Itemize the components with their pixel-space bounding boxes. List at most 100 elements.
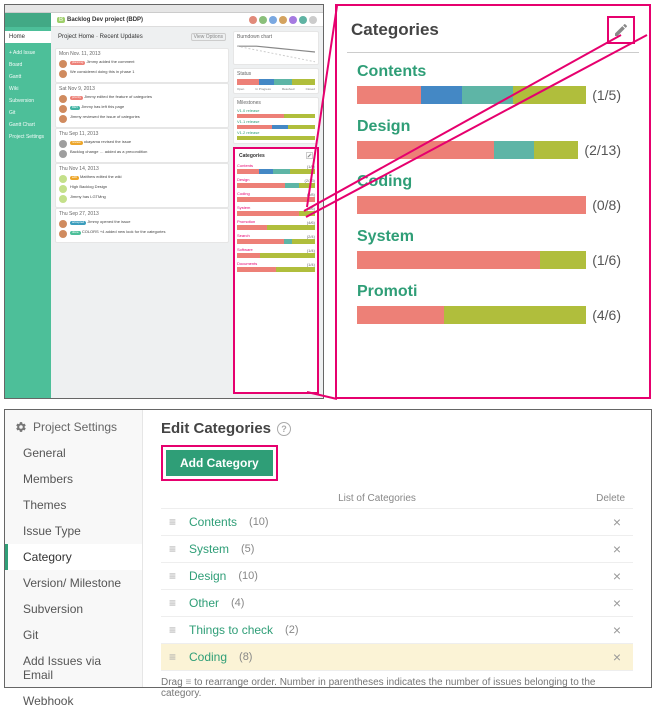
delete-category-button[interactable]: ×: [609, 541, 625, 557]
help-icon[interactable]: ?: [277, 422, 291, 436]
update-item[interactable]: Jimmy has LGTMng: [59, 194, 225, 204]
delete-category-button[interactable]: ×: [609, 649, 625, 665]
settings-nav-item[interactable]: Themes: [5, 492, 142, 518]
sidebar-nav-item[interactable]: Gantt Chart: [5, 119, 51, 131]
delete-category-button[interactable]: ×: [609, 622, 625, 638]
sidebar-home[interactable]: Home: [5, 31, 51, 43]
settings-nav-item[interactable]: Version/ Milestone: [5, 570, 142, 596]
mini-category-row[interactable]: Promotion(4/6): [237, 219, 315, 230]
update-item[interactable]: edit Matthew edited the wiki: [59, 174, 225, 184]
drag-handle[interactable]: ≡: [169, 623, 179, 637]
sidebar-nav-item[interactable]: Wiki: [5, 83, 51, 95]
category-count: (1/5): [592, 87, 621, 103]
view-options-button[interactable]: View Options: [191, 33, 226, 41]
avatar: [59, 105, 67, 113]
avatar[interactable]: [249, 16, 257, 24]
mini-category-row[interactable]: System(1/6): [237, 205, 315, 216]
drag-handle[interactable]: ≡: [169, 569, 179, 583]
mini-category-row[interactable]: Contents(1/5): [237, 163, 315, 174]
avatar[interactable]: [269, 16, 277, 24]
category-list-row: ≡Design (10)×: [161, 563, 633, 590]
settings-nav-item[interactable]: General: [5, 440, 142, 466]
update-item[interactable]: accepted Jimmy opened the issue: [59, 219, 225, 229]
avatar: [59, 185, 67, 193]
project-badge: B: [57, 17, 65, 23]
category-name: Contents: [357, 63, 621, 81]
avatar: [59, 95, 67, 103]
dashboard-screenshot: Home + Add IssueBoardGanttWikiSubversion…: [4, 4, 324, 399]
update-item[interactable]: We considered doing this in phase 1: [59, 69, 225, 79]
edit-categories-icon[interactable]: [306, 152, 313, 159]
drag-handle[interactable]: ≡: [169, 596, 179, 610]
category-count: (0/8): [592, 197, 621, 213]
mini-category-row[interactable]: Design(2/13): [237, 177, 315, 188]
avatar[interactable]: [289, 16, 297, 24]
categories-panel-title: Categories: [351, 20, 439, 40]
category-link[interactable]: Contents: [189, 515, 237, 529]
category-row[interactable]: Coding(0/8): [347, 173, 639, 214]
avatar[interactable]: [309, 16, 317, 24]
update-item[interactable]: Jimmy reviewed the issue of categories: [59, 114, 225, 124]
update-item[interactable]: review okayama revised the issue: [59, 139, 225, 149]
avatar[interactable]: [259, 16, 267, 24]
category-row[interactable]: Contents (1/5): [347, 63, 639, 104]
category-count: (4): [231, 597, 244, 609]
category-row[interactable]: Promoti(4/6): [347, 283, 639, 324]
category-row[interactable]: Design(2/13): [347, 118, 639, 159]
update-item[interactable]: Backlog change … added as a precondition: [59, 149, 225, 159]
settings-nav-item[interactable]: Issue Type: [5, 518, 142, 544]
drag-icon: ≡: [185, 677, 191, 688]
category-link[interactable]: Things to check: [189, 623, 273, 637]
sidebar-nav-item[interactable]: Subversion: [5, 95, 51, 107]
category-count: (10): [249, 516, 269, 528]
browser-bar: [5, 5, 323, 13]
reorder-hint: Drag ≡ to rearrange order. Number in par…: [161, 677, 633, 699]
update-item[interactable]: done COLORS +4 added new look for the ca…: [59, 229, 225, 239]
categories-card-highlight: Categories Contents(1/5)Design(2/13)Codi…: [233, 147, 319, 394]
settings-nav-title: Project Settings: [33, 420, 117, 434]
settings-nav-item[interactable]: Add Issues via Email: [5, 648, 142, 688]
category-list-row: ≡System (5)×: [161, 536, 633, 563]
delete-category-button[interactable]: ×: [609, 595, 625, 611]
milestones-title: Milestones: [237, 100, 315, 106]
delete-category-button[interactable]: ×: [609, 514, 625, 530]
drag-handle[interactable]: ≡: [169, 542, 179, 556]
update-item[interactable]: High Backlog Design: [59, 184, 225, 194]
category-link[interactable]: Coding: [189, 650, 227, 664]
mini-category-row[interactable]: Software(1/4): [237, 247, 315, 258]
avatar: [59, 230, 67, 238]
settings-nav-item[interactable]: Subversion: [5, 596, 142, 622]
settings-nav-item[interactable]: Git: [5, 622, 142, 648]
avatar[interactable]: [279, 16, 287, 24]
category-list-row: ≡ Contents (10) ×: [161, 509, 633, 536]
category-row[interactable]: System(1/6): [347, 228, 639, 269]
mini-category-row[interactable]: Search(2/4): [237, 233, 315, 244]
update-item[interactable]: planning Jimmy added the comment: [59, 59, 225, 69]
update-item[interactable]: DEV Jimmy has left this page: [59, 104, 225, 114]
category-link[interactable]: Other: [189, 596, 219, 610]
avatar: [59, 220, 67, 228]
category-count: (2): [285, 624, 298, 636]
add-category-button[interactable]: Add Category: [166, 450, 273, 476]
sidebar-nav-item[interactable]: Git: [5, 107, 51, 119]
update-day: Sat Nov 9, 2013priority Jimmy edited the…: [55, 83, 229, 128]
update-item[interactable]: priority Jimmy edited the feature of cat…: [59, 94, 225, 104]
category-link[interactable]: Design: [189, 569, 226, 583]
sidebar-nav-item[interactable]: Board: [5, 59, 51, 71]
settings-nav-item[interactable]: Members: [5, 466, 142, 492]
mini-category-row[interactable]: Coding(0/8): [237, 191, 315, 202]
category-name: Promoti: [357, 283, 621, 301]
delete-category-button[interactable]: ×: [609, 568, 625, 584]
drag-handle[interactable]: ≡: [169, 515, 179, 529]
category-link[interactable]: System: [189, 542, 229, 556]
sidebar-nav-item[interactable]: Gantt: [5, 71, 51, 83]
avatar[interactable]: [299, 16, 307, 24]
sidebar-nav-item[interactable]: Project Settings: [5, 131, 51, 143]
settings-nav-item[interactable]: Category: [5, 544, 142, 570]
settings-nav: Project Settings GeneralMembersThemesIss…: [5, 410, 143, 687]
mini-category-row[interactable]: Documents(1/4): [237, 261, 315, 272]
drag-handle[interactable]: ≡: [169, 650, 179, 664]
edit-categories-button[interactable]: [607, 16, 635, 44]
sidebar-nav-item[interactable]: + Add Issue: [5, 47, 51, 59]
list-header-label: List of Categories: [169, 493, 585, 504]
